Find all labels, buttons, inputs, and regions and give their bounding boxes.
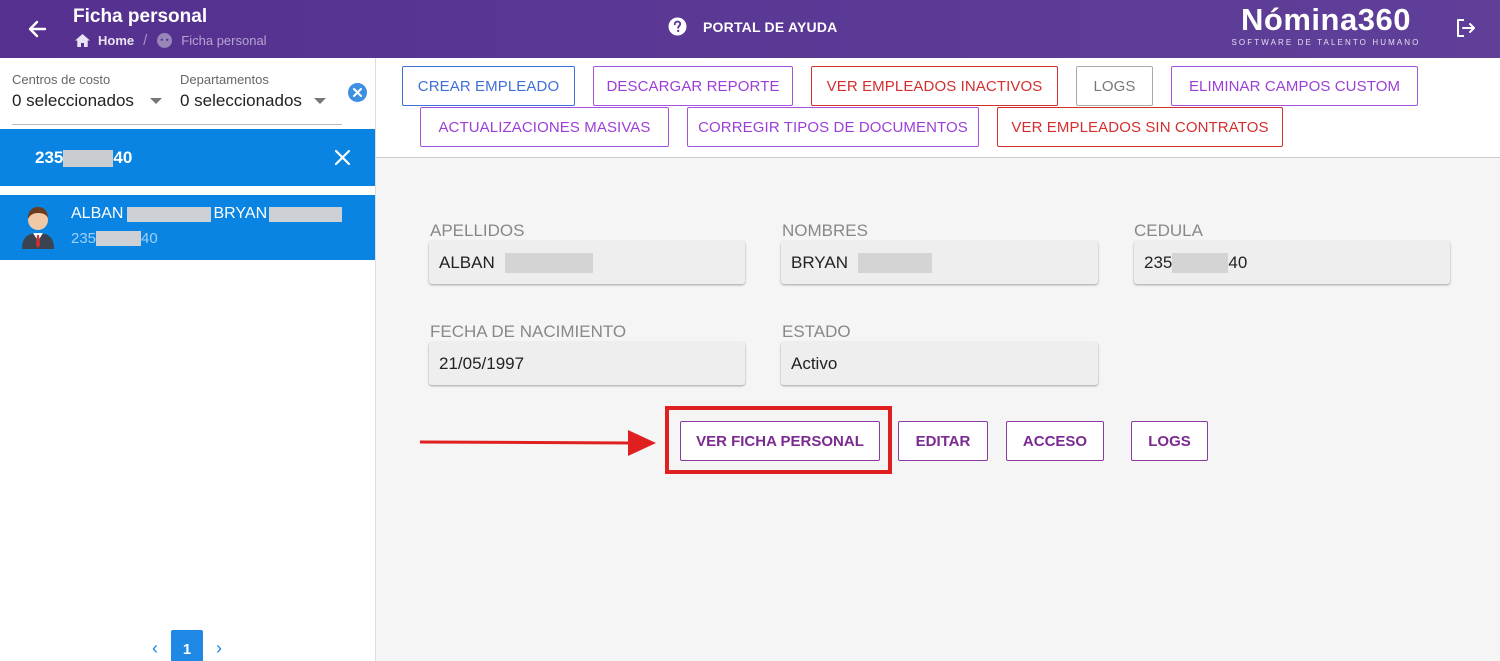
employee-list-item[interactable]: ALBAN BRYAN 235 40 [0, 195, 375, 260]
logout-button[interactable] [1454, 16, 1478, 45]
fecha-nacimiento-value: 21/05/1997 [439, 353, 525, 373]
search-value-prefix: 235 [35, 148, 64, 167]
caret-down-icon [149, 98, 162, 104]
redacted-block [127, 206, 212, 222]
filter-value-text: 0 seleccionados [12, 91, 134, 110]
eliminar-campos-custom-button[interactable]: ELIMINAR CAMPOS CUSTOM [1171, 66, 1418, 106]
logs-employee-button[interactable]: LOGS [1131, 421, 1208, 461]
pointer-arrow-icon [420, 430, 656, 456]
arrow-left-icon [28, 20, 47, 38]
page-button-current[interactable]: 1 [171, 630, 203, 661]
redacted-block [1172, 252, 1229, 273]
cedula-field: 235 40 [1134, 241, 1450, 284]
back-button[interactable] [22, 14, 52, 44]
ver-empleados-sin-contratos-button[interactable]: VER EMPLEADOS SIN CONTRATOS [997, 107, 1283, 147]
caret-down-icon [313, 98, 326, 104]
filter-label: Centros de costo [12, 72, 111, 87]
logout-icon [1457, 19, 1475, 37]
employee-first-name: ALBAN [71, 205, 124, 222]
cedula-value-prefix: 235 [1144, 252, 1173, 272]
help-portal-label: PORTAL DE AYUDA [703, 18, 838, 35]
pagination: ‹ 1 › [145, 630, 229, 661]
filter-label: Departamentos [180, 72, 269, 87]
filter-value: 0 seleccionados [12, 91, 162, 111]
corregir-tipos-documentos-button[interactable]: CORREGIR TIPOS DE DOCUMENTOS [687, 107, 979, 147]
filter-underline [12, 124, 342, 125]
clear-search-button[interactable] [334, 149, 351, 171]
nombres-value: BRYAN [791, 252, 849, 272]
employee-id-suffix: 40 [141, 230, 158, 247]
estado-field: Activo [781, 342, 1098, 385]
cedula-label: CEDULA [1134, 221, 1203, 240]
nombres-label: NOMBRES [782, 221, 868, 240]
home-icon [75, 34, 90, 47]
highlight-box [665, 406, 892, 474]
brand-logo: Nómina360 SOFTWARE DE TALENTO HUMANO [1226, 2, 1426, 47]
chevron-right-icon[interactable]: › [209, 638, 229, 659]
redacted-block [858, 252, 933, 273]
employee-search[interactable]: 235 40 [0, 129, 375, 186]
help-icon [668, 17, 687, 36]
chevron-left-icon[interactable]: ‹ [145, 638, 165, 659]
brand-tagline: SOFTWARE DE TALENTO HUMANO [1231, 38, 1421, 47]
ver-empleados-inactivos-button[interactable]: VER EMPLEADOS INACTIVOS [811, 66, 1058, 106]
filter-value-text: 0 seleccionados [180, 91, 302, 110]
breadcrumb: Home / Ficha personal [74, 32, 267, 49]
estado-value: Activo [791, 353, 838, 373]
action-toolbar: CREAR EMPLEADO DESCARGAR REPORTE VER EMP… [376, 58, 1500, 158]
avatar-icon [22, 207, 54, 249]
brand-name: Nómina360 [1241, 2, 1411, 37]
redacted-block [504, 252, 593, 273]
employee-id-prefix: 235 [71, 230, 97, 247]
close-icon [334, 149, 351, 166]
acceso-button[interactable]: ACCESO [1006, 421, 1104, 461]
filter-value: 0 seleccionados [180, 91, 326, 111]
apellidos-field: ALBAN [429, 241, 745, 284]
search-value-suffix: 40 [113, 148, 133, 167]
redacted-block [63, 149, 114, 167]
page-title: Ficha personal [73, 6, 208, 27]
employee-name: ALBAN BRYAN [71, 205, 343, 223]
redacted-block [269, 206, 343, 222]
nombres-field: BRYAN [781, 241, 1098, 284]
app-header: Ficha personal Home / Ficha personal POR… [0, 0, 1500, 58]
descargar-reporte-button[interactable]: DESCARGAR REPORTE [593, 66, 793, 106]
employee-second-name: BRYAN [213, 205, 268, 222]
fecha-nacimiento-field: 21/05/1997 [429, 342, 745, 385]
crear-empleado-button[interactable]: CREAR EMPLEADO [402, 66, 575, 106]
estado-label: ESTADO [782, 322, 851, 341]
cedula-value-suffix: 40 [1228, 252, 1248, 272]
face-icon [157, 33, 173, 48]
breadcrumb-separator: / [143, 32, 148, 49]
close-circle-icon [348, 83, 367, 102]
employee-sidebar: Centros de costo 0 seleccionados Departa… [0, 58, 376, 661]
fecha-nacimiento-label: FECHA DE NACIMIENTO [430, 322, 627, 341]
apellidos-label: APELLIDOS [430, 221, 525, 240]
help-portal-link[interactable]: PORTAL DE AYUDA [668, 17, 837, 36]
apellidos-value: ALBAN [439, 252, 495, 272]
breadcrumb-current: Ficha personal [181, 33, 267, 48]
filter-cost-centers[interactable]: Centros de costo 0 seleccionados [12, 72, 162, 111]
search-value: 235 40 [35, 148, 132, 168]
editar-button[interactable]: EDITAR [898, 421, 988, 461]
breadcrumb-home[interactable]: Home [98, 33, 134, 48]
filter-departments[interactable]: Departamentos 0 seleccionados [180, 72, 326, 111]
employee-id: 235 40 [71, 230, 158, 247]
clear-filters-button[interactable] [348, 83, 367, 107]
logs-toolbar-button[interactable]: LOGS [1076, 66, 1153, 106]
actualizaciones-masivas-button[interactable]: ACTUALIZACIONES MASIVAS [420, 107, 669, 147]
redacted-block [96, 231, 142, 246]
